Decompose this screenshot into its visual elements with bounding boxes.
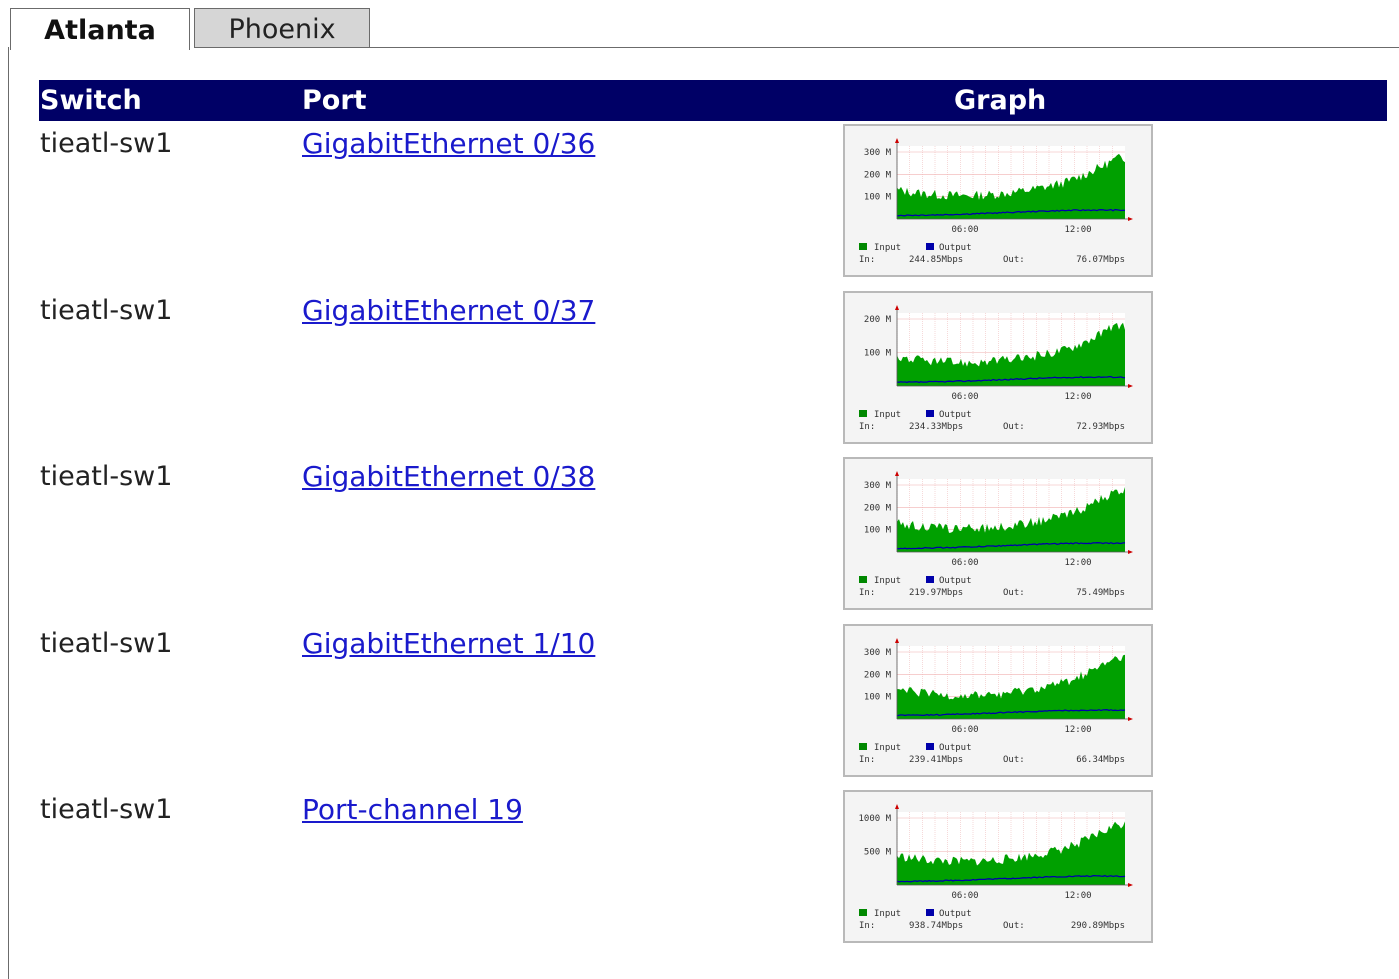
legend-output-swatch (926, 243, 934, 250)
graph-out-value: 75.49Mbps (1076, 588, 1125, 598)
legend-input-swatch (859, 243, 867, 250)
graph-out-label: Out: (1003, 921, 1025, 931)
legend-input-swatch (859, 909, 867, 916)
graph-in-value: 219.97Mbps (909, 588, 963, 598)
table-row: tieatl-sw1 Port-channel 19 1000 M 500 M 06:0… (39, 787, 1387, 954)
graph-out-value: 72.93Mbps (1076, 422, 1125, 432)
graph-in-value: 239.41Mbps (909, 755, 963, 765)
graph-out-value: 290.89Mbps (1071, 921, 1125, 931)
legend-output-label: Output (939, 743, 972, 753)
graph-x-tick: 12:00 (1064, 891, 1091, 901)
graph-x-tick: 06:00 (951, 725, 978, 735)
legend-input-label: Input (874, 410, 901, 420)
tab-bar: Atlanta Phoenix (8, 0, 1399, 50)
graph-x-tick: 06:00 (951, 225, 978, 235)
traffic-graph[interactable]: 1000 M 500 M 06:00 12:00 Input Output In: 938.7… (843, 790, 1153, 943)
table-body: tieatl-sw1 GigabitEthernet 0/36 300 M 200 M… (39, 121, 1387, 954)
graph-y-tick: 200 M (864, 315, 892, 325)
graph-x-tick: 06:00 (951, 891, 978, 901)
legend-input-swatch (859, 576, 867, 583)
graph-in-label: In: (859, 755, 875, 765)
legend-output-label: Output (939, 909, 972, 919)
legend-output-label: Output (939, 243, 972, 253)
graph-in-value: 938.74Mbps (909, 921, 963, 931)
tab-bar-divider (196, 47, 1399, 48)
graph-x-tick: 12:00 (1064, 725, 1091, 735)
graph-x-tick: 12:00 (1064, 225, 1091, 235)
graph-y-tick: 200 M (864, 503, 892, 513)
table-header: Switch Port Graph (39, 80, 1387, 121)
graph-y-tick: 100 M (864, 348, 892, 358)
tab-phoenix[interactable]: Phoenix (194, 8, 370, 48)
panel-left-border (8, 47, 9, 979)
table-row: tieatl-sw1 GigabitEthernet 0/37 200 M 100 M… (39, 288, 1387, 455)
traffic-graph[interactable]: 300 M 200 M 100 M 06:00 12:00 Input Output In: 2… (843, 457, 1153, 610)
graph-y-tick: 100 M (864, 526, 892, 536)
header-graph: Graph (954, 85, 1047, 116)
legend-input-label: Input (874, 576, 901, 586)
traffic-graph[interactable]: 300 M 200 M 100 M 06:00 12:00 Input Output In: 2… (843, 623, 1153, 777)
graph-x-tick: 12:00 (1064, 392, 1091, 402)
graph-out-label: Out: (1003, 255, 1025, 265)
legend-output-label: Output (939, 576, 972, 586)
graph-out-label: Out: (1003, 755, 1025, 765)
graph-y-tick: 200 M (864, 170, 892, 180)
graph-x-tick: 06:00 (951, 392, 978, 402)
port-link[interactable]: GigabitEthernet 0/37 (302, 294, 595, 328)
switch-name: tieatl-sw1 (40, 128, 173, 159)
traffic-graph[interactable]: 300 M 200 M 100 M 06:00 12:00 Input Output In: 2… (843, 124, 1153, 277)
legend-output-label: Output (939, 410, 972, 420)
legend-input-label: Input (874, 743, 901, 753)
graph-in-label: In: (859, 588, 875, 598)
tab-atlanta[interactable]: Atlanta (10, 8, 190, 50)
graph-x-tick: 12:00 (1064, 558, 1091, 568)
port-link[interactable]: GigabitEthernet 1/10 (302, 627, 595, 661)
graph-y-tick: 200 M (864, 670, 892, 680)
legend-output-swatch (926, 909, 934, 916)
switch-name: tieatl-sw1 (40, 794, 173, 825)
legend-output-swatch (926, 409, 934, 417)
graph-y-tick: 500 M (864, 848, 892, 858)
graph-y-tick: 300 M (864, 648, 892, 658)
table-row: tieatl-sw1 GigabitEthernet 1/10 300 M 200 M… (39, 621, 1387, 788)
graph-y-tick: 100 M (864, 692, 892, 702)
legend-output-swatch (926, 576, 934, 583)
port-table: Switch Port Graph tieatl-sw1 GigabitEther… (39, 80, 1387, 954)
legend-input-label: Input (874, 909, 901, 919)
switch-name: tieatl-sw1 (40, 461, 173, 492)
traffic-graph[interactable]: 200 M 100 M 06:00 12:00 Input Output In: 234.33… (843, 290, 1153, 444)
legend-output-swatch (926, 742, 934, 750)
graph-out-value: 76.07Mbps (1076, 255, 1125, 265)
graph-y-tick: 300 M (864, 148, 892, 158)
graph-in-value: 244.85Mbps (909, 255, 963, 265)
port-link[interactable]: Port-channel 19 (302, 793, 523, 827)
legend-input-swatch (859, 742, 867, 750)
table-row: tieatl-sw1 GigabitEthernet 0/36 300 M 200 M… (39, 121, 1387, 288)
graph-in-value: 234.33Mbps (909, 422, 963, 432)
header-switch: Switch (40, 85, 142, 116)
port-link[interactable]: GigabitEthernet 0/36 (302, 127, 595, 161)
graph-x-tick: 06:00 (951, 558, 978, 568)
graph-out-label: Out: (1003, 588, 1025, 598)
table-row: tieatl-sw1 GigabitEthernet 0/38 300 M 200 M… (39, 454, 1387, 621)
graph-y-tick: 300 M (864, 481, 892, 491)
graph-y-tick: 1000 M (858, 814, 891, 824)
legend-input-swatch (859, 409, 867, 417)
graph-out-value: 66.34Mbps (1076, 755, 1125, 765)
switch-name: tieatl-sw1 (40, 627, 173, 659)
legend-input-label: Input (874, 243, 901, 253)
switch-name: tieatl-sw1 (40, 294, 173, 326)
graph-y-tick: 100 M (864, 193, 892, 203)
graph-in-label: In: (859, 921, 875, 931)
graph-in-label: In: (859, 422, 875, 432)
port-link[interactable]: GigabitEthernet 0/38 (302, 460, 595, 494)
graph-out-label: Out: (1003, 422, 1025, 432)
graph-in-label: In: (859, 255, 875, 265)
header-port: Port (302, 85, 367, 116)
